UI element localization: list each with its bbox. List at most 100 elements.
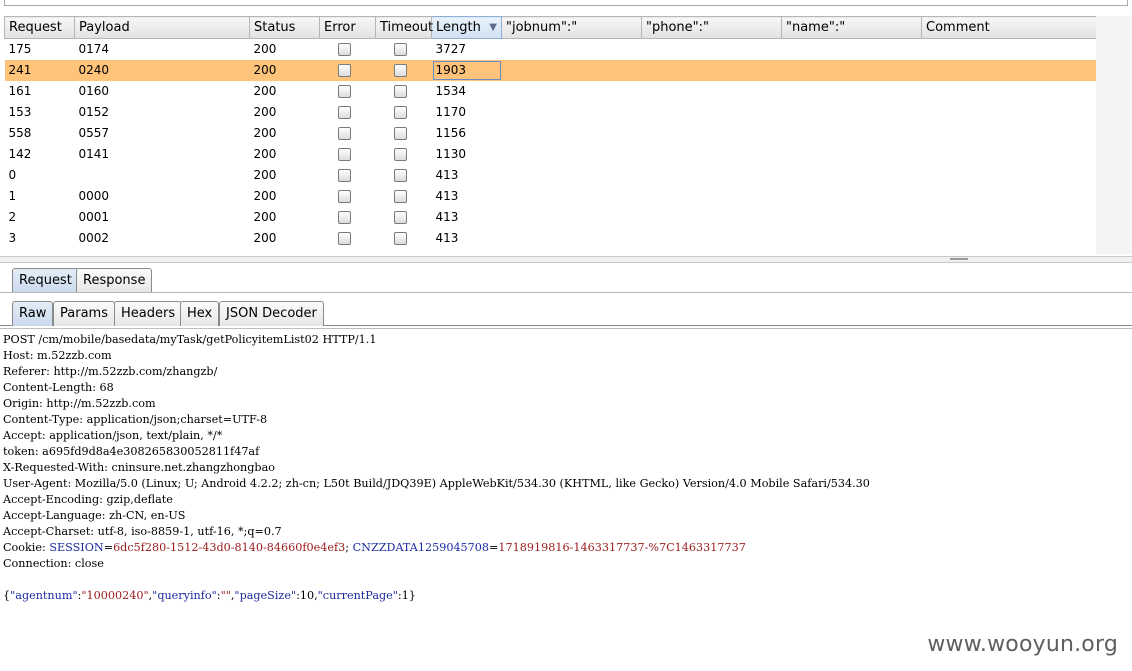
error-checkbox[interactable] [337, 232, 351, 245]
cell-jobnum [502, 39, 642, 60]
cell-request: 558 [8, 126, 32, 140]
request-body: {"agentnum":"10000240","queryinfo":"","p… [3, 588, 1129, 604]
cookie-key: CNZZDATA1259045708 [352, 541, 490, 554]
cell-status: 200 [253, 168, 277, 182]
tab-hex[interactable]: Hex [180, 301, 220, 326]
error-checkbox[interactable] [337, 85, 351, 98]
error-checkbox[interactable] [337, 64, 351, 77]
cell-status: 200 [253, 42, 277, 57]
timeout-checkbox[interactable] [393, 106, 407, 119]
timeout-checkbox[interactable] [393, 148, 407, 161]
table-row[interactable]: 2 0001 200 413 [5, 207, 1097, 228]
column-header-error[interactable]: Error [319, 16, 376, 39]
column-header-name[interactable]: "name":" [781, 16, 922, 39]
json-key: "pageSize" [234, 589, 297, 602]
table-row[interactable]: 153 0152 200 1170 [5, 102, 1097, 123]
results-table-panel: Request Payload Status Error Timeout Len… [4, 16, 1132, 260]
timeout-checkbox[interactable] [393, 169, 407, 182]
timeout-checkbox[interactable] [393, 232, 407, 245]
table-row[interactable]: 1 0000 200 413 [5, 186, 1097, 207]
json-value: :10, [296, 589, 318, 602]
cell-comment [922, 81, 1097, 102]
cell-request: 175 [8, 42, 32, 57]
cell-error [320, 81, 376, 102]
cell-phone [642, 186, 782, 207]
cell-phone [642, 123, 782, 144]
cookie-separator: ; [345, 541, 353, 554]
cell-error [320, 186, 376, 207]
table-row[interactable]: 558 0557 200 1156 [5, 123, 1097, 144]
tab-response[interactable]: Response [76, 268, 153, 293]
header-accept-encoding: Accept-Encoding: gzip,deflate [3, 493, 173, 506]
tab-request[interactable]: Request [12, 268, 79, 293]
table-row[interactable]: 142 0141 200 1130 [5, 144, 1097, 165]
cell-request: 153 [8, 105, 32, 119]
cell-jobnum [502, 207, 642, 228]
column-header-jobnum[interactable]: "jobnum":" [501, 16, 642, 39]
table-header-row: Request Payload Status Error Timeout Len… [4, 16, 1097, 39]
table-row-selected[interactable]: 241 0240 200 1903 [4, 59, 1097, 81]
error-checkbox[interactable] [337, 169, 351, 182]
json-value: "10000240" [81, 589, 149, 602]
message-tabs: Request Response [0, 263, 1132, 293]
table-row[interactable]: 0 200 413 [5, 165, 1097, 186]
cell-request: 161 [8, 84, 32, 98]
cell-error [320, 144, 376, 165]
results-table: Request Payload Status Error Timeout Len… [4, 16, 1097, 249]
error-checkbox[interactable] [337, 190, 351, 203]
json-key: "agentnum" [10, 589, 78, 602]
column-header-timeout[interactable]: Timeout [375, 16, 433, 39]
header-host: Host: m.52zzb.com [3, 349, 112, 362]
timeout-checkbox[interactable] [393, 190, 407, 203]
tab-params[interactable]: Params [53, 301, 115, 326]
column-header-payload[interactable]: Payload [74, 16, 250, 39]
table-scroll-area[interactable] [1096, 16, 1132, 254]
tab-headers[interactable]: Headers [114, 301, 183, 326]
column-header-request[interactable]: Request [4, 16, 75, 39]
error-checkbox[interactable] [337, 127, 351, 140]
timeout-checkbox[interactable] [393, 43, 407, 57]
cell-jobnum [501, 59, 642, 81]
cookie-key: SESSION [49, 541, 104, 554]
column-header-length[interactable]: Length ▼ [431, 16, 502, 39]
request-line: POST /cm/mobile/basedata/myTask/getPolic… [3, 333, 377, 346]
cell-payload [75, 165, 250, 186]
header-referer: Referer: http://m.52zzb.com/zhangzb/ [3, 365, 218, 378]
cell-timeout [376, 81, 432, 102]
cell-payload: 0174 [78, 42, 110, 57]
table-row[interactable]: 175 0174 200 3727 [5, 39, 1097, 60]
cell-name [782, 81, 922, 102]
cookie-value: 1718919816-1463317737-%7C1463317737 [498, 541, 746, 554]
error-checkbox[interactable] [337, 106, 351, 119]
table-row[interactable]: 161 0160 200 1534 [5, 81, 1097, 102]
cell-name [782, 228, 922, 249]
tab-raw[interactable]: Raw [12, 301, 54, 326]
tab-json-decoder[interactable]: JSON Decoder [219, 301, 324, 326]
column-header-length-label: Length [436, 20, 481, 35]
pane-splitter[interactable] [0, 256, 1132, 263]
column-header-phone[interactable]: "phone":" [641, 16, 782, 39]
sort-descending-icon: ▼ [489, 22, 497, 33]
top-panel-edge [4, 0, 1128, 6]
raw-request-editor[interactable]: POST /cm/mobile/basedata/myTask/getPolic… [0, 328, 1132, 671]
timeout-checkbox[interactable] [393, 127, 407, 140]
cell-timeout [376, 186, 432, 207]
cell-timeout [376, 39, 432, 60]
cell-payload: 0152 [78, 105, 110, 119]
splitter-grip-icon[interactable] [950, 258, 968, 260]
cell-error [320, 207, 376, 228]
timeout-checkbox[interactable] [393, 211, 407, 224]
cell-comment [922, 123, 1097, 144]
error-checkbox[interactable] [337, 43, 351, 57]
column-header-status[interactable]: Status [249, 16, 320, 39]
timeout-checkbox[interactable] [393, 64, 407, 77]
cell-timeout [376, 207, 432, 228]
error-checkbox[interactable] [337, 211, 351, 224]
table-row[interactable]: 3 0002 200 413 [5, 228, 1097, 249]
cell-timeout [376, 144, 432, 165]
cell-request: 2 [8, 210, 17, 224]
error-checkbox[interactable] [337, 148, 351, 161]
cell-payload: 0002 [78, 231, 110, 245]
timeout-checkbox[interactable] [393, 85, 407, 98]
column-header-comment[interactable]: Comment [921, 16, 1097, 39]
